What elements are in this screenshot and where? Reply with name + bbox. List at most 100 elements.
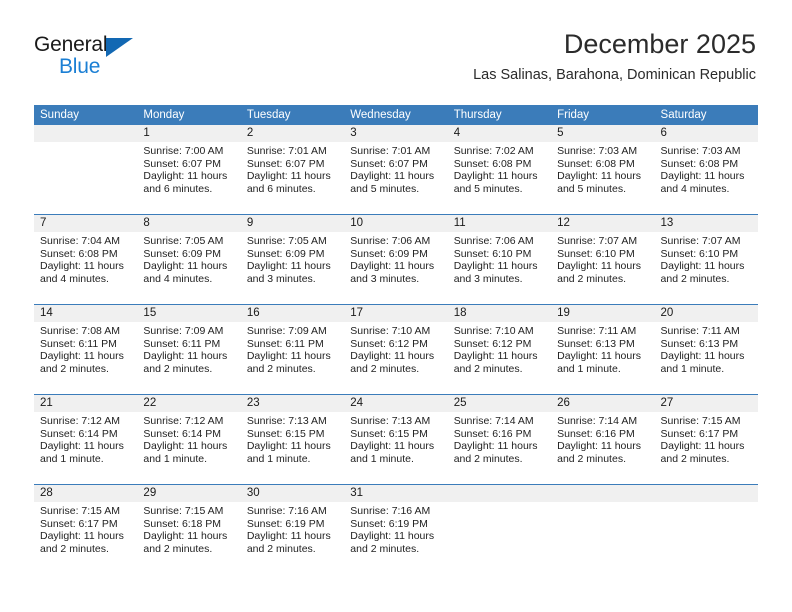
day-number[interactable]: 15 bbox=[137, 305, 240, 322]
day-sunset-text: Sunset: 6:07 PM bbox=[350, 157, 428, 170]
day-sunset-text: Sunset: 6:09 PM bbox=[246, 247, 325, 260]
day-cell[interactable]: Sunrise: 7:15 AM Sunset: 6:17 PM Daylight:… bbox=[34, 502, 137, 574]
day-number[interactable]: 22 bbox=[137, 395, 240, 412]
day-daylight-1-text: Daylight: 11 hours bbox=[350, 530, 435, 543]
day-cell[interactable]: Sunrise: 7:07 AM Sunset: 6:10 PM Daylight:… bbox=[551, 232, 654, 304]
day-cell[interactable]: Sunrise: 7:04 AM Sunset: 6:08 PM Daylight:… bbox=[34, 232, 137, 304]
day-daylight-2-text: and 4 minutes. bbox=[40, 272, 109, 285]
day-cell[interactable]: Sunrise: 7:07 AM Sunset: 6:10 PM Daylight:… bbox=[655, 232, 758, 304]
day-number[interactable]: 27 bbox=[655, 395, 758, 412]
day-sunset-text: Sunset: 6:07 PM bbox=[246, 157, 325, 170]
day-cell[interactable]: Sunrise: 7:00 AM Sunset: 6:07 PM Daylight:… bbox=[137, 142, 240, 214]
day-number[interactable]: 3 bbox=[344, 125, 447, 142]
day-number[interactable]: 16 bbox=[241, 305, 344, 322]
day-sunset-text: Sunset: 6:08 PM bbox=[557, 157, 635, 170]
day-cell[interactable]: Sunrise: 7:05 AM Sunset: 6:09 PM Daylight:… bbox=[137, 232, 240, 304]
day-daylight-1-text: Daylight: 11 hours bbox=[143, 440, 228, 453]
day-number[interactable]: 10 bbox=[344, 215, 447, 232]
day-number[interactable]: 29 bbox=[137, 485, 240, 502]
day-number[interactable]: 7 bbox=[34, 215, 137, 232]
day-cell[interactable]: Sunrise: 7:16 AM Sunset: 6:19 PM Daylight:… bbox=[241, 502, 344, 574]
day-cell[interactable]: Sunrise: 7:05 AM Sunset: 6:09 PM Daylight:… bbox=[241, 232, 344, 304]
day-cell[interactable]: Sunrise: 7:01 AM Sunset: 6:07 PM Daylight:… bbox=[344, 142, 447, 214]
day-number[interactable]: 24 bbox=[344, 395, 447, 412]
day-sunrise-text: Sunrise: 7:04 AM bbox=[40, 235, 120, 247]
day-cell[interactable]: Sunrise: 7:10 AM Sunset: 6:12 PM Daylight:… bbox=[344, 322, 447, 394]
weekday-header-row: Sunday Monday Tuesday Wednesday Thursday Frid… bbox=[34, 105, 758, 125]
day-cell[interactable]: Sunrise: 7:12 AM Sunset: 6:14 PM Daylight:… bbox=[137, 412, 240, 484]
day-daylight-1-text: Daylight: 11 hours bbox=[660, 440, 745, 453]
day-sunrise-text: Sunrise: 7:12 AM bbox=[143, 415, 224, 427]
day-number[interactable]: 1 bbox=[137, 125, 240, 142]
weekday-header-friday: Friday bbox=[557, 109, 590, 121]
day-cell[interactable]: Sunrise: 7:11 AM Sunset: 6:13 PM Daylight:… bbox=[551, 322, 654, 394]
day-number[interactable]: 23 bbox=[241, 395, 344, 412]
day-cell[interactable]: Sunrise: 7:02 AM Sunset: 6:08 PM Daylight:… bbox=[448, 142, 551, 214]
day-cell[interactable]: Sunrise: 7:13 AM Sunset: 6:15 PM Daylight:… bbox=[241, 412, 344, 484]
day-number[interactable]: 19 bbox=[551, 305, 654, 322]
day-cell[interactable]: Sunrise: 7:15 AM Sunset: 6:18 PM Daylight:… bbox=[137, 502, 240, 574]
day-number[interactable]: 6 bbox=[655, 125, 758, 142]
day-daylight-2-text: and 2 minutes. bbox=[246, 542, 316, 555]
day-number[interactable]: 12 bbox=[551, 215, 654, 232]
day-sunset-text: Sunset: 6:09 PM bbox=[350, 247, 428, 260]
day-cell[interactable]: Sunrise: 7:06 AM Sunset: 6:09 PM Daylight:… bbox=[344, 232, 447, 304]
day-cell[interactable]: Sunrise: 7:16 AM Sunset: 6:19 PM Daylight:… bbox=[344, 502, 447, 574]
page-title: December 2025 bbox=[563, 29, 756, 59]
day-number[interactable]: 5 bbox=[551, 125, 654, 142]
day-sunset-text: Sunset: 6:12 PM bbox=[350, 337, 428, 350]
day-number[interactable]: 26 bbox=[551, 395, 654, 412]
day-daylight-2-text: and 2 minutes. bbox=[557, 272, 626, 285]
day-number[interactable]: 17 bbox=[344, 305, 447, 322]
day-number[interactable]: 2 bbox=[241, 125, 344, 142]
day-cell[interactable]: Sunrise: 7:14 AM Sunset: 6:16 PM Daylight:… bbox=[448, 412, 551, 484]
day-daylight-1-text: Daylight: 11 hours bbox=[557, 260, 641, 273]
day-number[interactable]: 14 bbox=[34, 305, 137, 322]
day-cell[interactable]: Sunrise: 7:08 AM Sunset: 6:11 PM Daylight:… bbox=[34, 322, 137, 394]
day-detail-row: Sunrise: 7:04 AM Sunset: 6:08 PM Daylight:… bbox=[34, 232, 758, 304]
day-sunrise-text: Sunrise: 7:05 AM bbox=[246, 235, 327, 247]
day-cell[interactable]: Sunrise: 7:12 AM Sunset: 6:14 PM Daylight:… bbox=[34, 412, 137, 484]
day-sunrise-text: Sunrise: 7:03 AM bbox=[557, 145, 638, 157]
day-daylight-1-text: Daylight: 11 hours bbox=[246, 260, 331, 273]
day-cell[interactable]: Sunrise: 7:03 AM Sunset: 6:08 PM Daylight:… bbox=[551, 142, 654, 214]
day-cell[interactable]: Sunrise: 7:11 AM Sunset: 6:13 PM Daylight:… bbox=[655, 322, 758, 394]
day-cell[interactable]: Sunrise: 7:09 AM Sunset: 6:11 PM Daylight:… bbox=[241, 322, 344, 394]
day-cell[interactable]: Sunrise: 7:01 AM Sunset: 6:07 PM Daylight:… bbox=[241, 142, 344, 214]
day-cell[interactable]: Sunrise: 7:10 AM Sunset: 6:12 PM Daylight:… bbox=[448, 322, 551, 394]
day-cell[interactable]: Sunrise: 7:14 AM Sunset: 6:16 PM Daylight:… bbox=[551, 412, 654, 484]
day-number[interactable]: 13 bbox=[655, 215, 758, 232]
day-number[interactable]: 21 bbox=[34, 395, 137, 412]
day-number[interactable]: 9 bbox=[241, 215, 344, 232]
day-cell[interactable]: Sunrise: 7:13 AM Sunset: 6:15 PM Daylight:… bbox=[344, 412, 447, 484]
day-sunset-text: Sunset: 6:09 PM bbox=[143, 247, 222, 260]
day-cell[interactable]: Sunrise: 7:03 AM Sunset: 6:08 PM Daylight:… bbox=[655, 142, 758, 214]
day-number[interactable]: 28 bbox=[34, 485, 137, 502]
day-number[interactable]: 18 bbox=[448, 305, 551, 322]
day-sunrise-text: Sunrise: 7:00 AM bbox=[143, 145, 224, 157]
day-sunrise-text: Sunrise: 7:01 AM bbox=[246, 145, 327, 157]
day-sunset-text: Sunset: 6:08 PM bbox=[453, 157, 532, 170]
general-blue-logo[interactable]: General Blue bbox=[34, 33, 174, 81]
day-number-empty bbox=[551, 485, 654, 502]
day-sunset-text: Sunset: 6:11 PM bbox=[246, 337, 324, 350]
day-number-band: 21 22 23 24 25 26 27 bbox=[34, 395, 758, 412]
day-number[interactable]: 11 bbox=[448, 215, 551, 232]
day-daylight-2-text: and 1 minute. bbox=[246, 452, 311, 465]
day-number[interactable]: 8 bbox=[137, 215, 240, 232]
day-sunrise-text: Sunrise: 7:10 AM bbox=[453, 325, 534, 337]
day-number[interactable]: 20 bbox=[655, 305, 758, 322]
day-cell[interactable]: Sunrise: 7:09 AM Sunset: 6:11 PM Daylight:… bbox=[137, 322, 240, 394]
day-daylight-2-text: and 3 minutes. bbox=[350, 272, 420, 285]
day-number[interactable]: 31 bbox=[344, 485, 447, 502]
day-number[interactable]: 30 bbox=[241, 485, 344, 502]
day-sunrise-text: Sunrise: 7:01 AM bbox=[350, 145, 431, 157]
day-daylight-1-text: Daylight: 11 hours bbox=[350, 440, 435, 453]
day-cell[interactable]: Sunrise: 7:15 AM Sunset: 6:17 PM Daylight:… bbox=[655, 412, 758, 484]
day-number[interactable]: 25 bbox=[448, 395, 551, 412]
day-detail-row: Sunrise: 7:15 AM Sunset: 6:17 PM Daylight:… bbox=[34, 502, 758, 574]
day-daylight-2-text: and 2 minutes. bbox=[143, 542, 213, 555]
day-cell[interactable]: Sunrise: 7:06 AM Sunset: 6:10 PM Daylight:… bbox=[448, 232, 551, 304]
day-number[interactable]: 4 bbox=[448, 125, 551, 142]
day-daylight-1-text: Daylight: 11 hours bbox=[246, 530, 331, 543]
